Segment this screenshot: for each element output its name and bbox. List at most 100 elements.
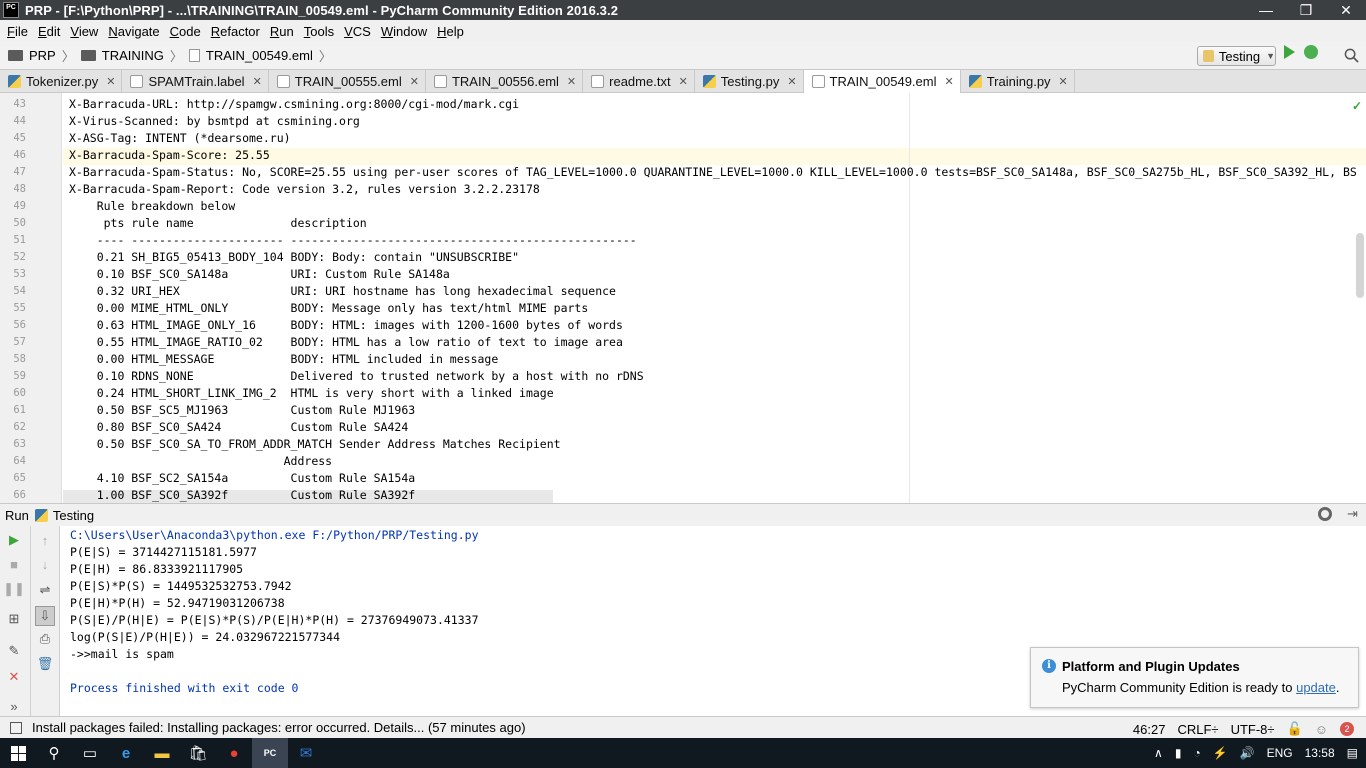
debug-bug-icon[interactable] (1304, 45, 1318, 59)
pin-icon[interactable]: ✎ (6, 643, 22, 659)
close-icon[interactable]: ✕ (6, 669, 22, 685)
chrome-icon[interactable]: ● (216, 738, 252, 768)
run-panel-config[interactable]: Testing (53, 508, 94, 523)
breadcrumb-project[interactable]: PRP (29, 48, 56, 63)
code-line[interactable]: pts rule name description (69, 215, 367, 232)
clock[interactable]: 13:58 (1305, 746, 1335, 760)
close-icon[interactable]: ✕ (567, 75, 576, 88)
menu-window[interactable]: Window (376, 24, 432, 39)
scroll-to-end-icon[interactable]: ⇩ (35, 606, 55, 626)
code-line[interactable]: 0.21 SH_BIG5_05413_BODY_104 BODY: Body: … (69, 249, 519, 266)
code-line[interactable]: X-Barracuda-Spam-Status: No, SCORE=25.55… (69, 164, 1357, 181)
power-icon[interactable]: ⚡ (1213, 746, 1228, 760)
menu-run[interactable]: Run (265, 24, 299, 39)
code-line[interactable]: 0.50 BSF_SC5_MJ1963 Custom Rule MJ1963 (69, 402, 416, 419)
close-icon[interactable]: ✕ (106, 75, 115, 88)
code-line[interactable]: 0.10 RDNS_NONE Delivered to trusted netw… (69, 368, 644, 385)
close-button[interactable]: ✕ (1326, 0, 1366, 20)
run-configuration-select[interactable]: Testing ▼ (1197, 46, 1276, 66)
outlook-icon[interactable]: ✉ (288, 738, 324, 768)
pause-icon[interactable]: ❚❚ (3, 581, 25, 597)
wifi-icon[interactable]: ◔ (1193, 746, 1200, 760)
trash-icon[interactable]: 🗑 (37, 656, 54, 672)
breadcrumb-file[interactable]: TRAIN_00549.eml (206, 48, 313, 63)
print-icon[interactable]: ⎙ (37, 631, 53, 647)
tab-training-py[interactable]: Training.py ✕ (960, 70, 1075, 92)
menu-file[interactable]: File (2, 24, 33, 39)
edge-browser-icon[interactable]: e (108, 738, 144, 768)
code-line[interactable]: X-Virus-Scanned: by bsmtpd at csmining.o… (69, 113, 360, 130)
code-editor[interactable]: 43 X-Barracuda-URL: http://spamgw.csminin… (0, 93, 1366, 503)
code-line[interactable]: ---- ---------------------- ------------… (69, 232, 637, 249)
code-line[interactable]: 0.24 HTML_SHORT_LINK_IMG_2 HTML is very … (69, 385, 554, 402)
gear-icon[interactable] (1318, 507, 1332, 521)
battery-icon[interactable]: ▮ (1175, 746, 1182, 760)
menu-view[interactable]: View (65, 24, 103, 39)
code-line[interactable]: 0.10 BSF_SC0_SA148a URI: Custom Rule SA1… (69, 266, 450, 283)
tab-readme-txt[interactable]: readme.txt ✕ (583, 70, 695, 92)
update-link[interactable]: update (1296, 680, 1336, 695)
inspector-icon[interactable]: ☺ (1315, 722, 1328, 737)
code-line[interactable]: Rule breakdown below (69, 198, 235, 215)
chevron-up-icon[interactable]: ∧ (1154, 746, 1163, 760)
search-icon[interactable] (1344, 48, 1359, 63)
caret-position[interactable]: 46:27 (1133, 722, 1166, 737)
code-line[interactable]: 0.00 MIME_HTML_ONLY BODY: Message only h… (69, 300, 589, 317)
breadcrumb-folder[interactable]: TRAINING (102, 48, 164, 63)
arrow-down-icon[interactable]: ↓ (37, 556, 53, 572)
menu-edit[interactable]: Edit (33, 24, 65, 39)
maximize-button[interactable]: ❐ (1286, 0, 1326, 20)
action-center-icon[interactable]: ▤ (1347, 746, 1358, 760)
restore-layout-icon[interactable]: ⊞ (6, 611, 22, 627)
tab-train-00556[interactable]: TRAIN_00556.eml ✕ (425, 70, 584, 92)
code-line[interactable]: X-Barracuda-Spam-Report: Code version 3.… (69, 181, 540, 198)
menu-vcs[interactable]: VCS (339, 24, 376, 39)
tab-testing-py[interactable]: Testing.py ✕ (694, 70, 804, 92)
run-panel-label[interactable]: Run (5, 508, 29, 523)
menu-tools[interactable]: Tools (299, 24, 339, 39)
expand-icon[interactable]: » (6, 698, 22, 714)
error-count-badge[interactable]: 2 (1340, 722, 1354, 736)
code-line[interactable]: X-ASG-Tag: INTENT (*dearsome.ru) (69, 130, 291, 147)
run-play-icon[interactable] (1284, 45, 1295, 59)
close-icon[interactable]: ✕ (253, 75, 262, 88)
status-message[interactable]: Install packages failed: Installing pack… (32, 720, 526, 735)
tab-train-00549[interactable]: TRAIN_00549.eml ✕ (803, 70, 961, 93)
menu-navigate[interactable]: Navigate (103, 24, 164, 39)
windows-start-icon[interactable] (0, 738, 36, 768)
editor-scrollbar[interactable] (1356, 233, 1364, 298)
code-line[interactable]: 0.50 BSF_SC0_SA_TO_FROM_ADDR_MATCH Sende… (69, 436, 561, 453)
file-encoding[interactable]: UTF-8÷ (1231, 722, 1275, 737)
pycharm-taskbar-icon[interactable]: PC (252, 738, 288, 768)
store-icon[interactable]: 🛍 (180, 738, 216, 768)
stop-icon[interactable]: ■ (6, 556, 22, 572)
code-line[interactable]: 4.10 BSF_SC2_SA154a Custom Rule SA154a (69, 470, 416, 487)
code-line[interactable]: Address (69, 453, 332, 470)
menu-code[interactable]: Code (165, 24, 206, 39)
minimize-button[interactable]: — (1246, 0, 1286, 20)
tool-windows-icon[interactable] (10, 721, 22, 734)
close-icon[interactable]: ✕ (1059, 75, 1068, 88)
menu-refactor[interactable]: Refactor (206, 24, 265, 39)
lock-icon[interactable]: 🔓 (1287, 721, 1303, 737)
code-line[interactable]: 1.00 BSF_SC0_SA392f Custom Rule SA392f (69, 487, 416, 503)
volume-icon[interactable]: 🔊 (1240, 746, 1255, 760)
menu-help[interactable]: Help (432, 24, 469, 39)
line-separator[interactable]: CRLF÷ (1177, 722, 1218, 737)
task-view-icon[interactable]: ▭ (72, 738, 108, 768)
code-line[interactable]: X-Barracuda-Spam-Score: 25.55 (69, 147, 270, 164)
arrow-up-icon[interactable]: ↑ (37, 532, 53, 548)
tab-spamtrain-label[interactable]: SPAMTrain.label ✕ (122, 70, 269, 92)
search-icon[interactable]: ⚲ (36, 738, 72, 768)
soft-wrap-icon[interactable]: ⇌ (37, 582, 53, 598)
hide-panel-icon[interactable]: ⇥ (1347, 506, 1358, 522)
code-line[interactable]: X-Barracuda-URL: http://spamgw.csmining.… (69, 96, 519, 113)
close-icon[interactable]: ✕ (945, 75, 954, 88)
tab-tokenizer-py[interactable]: Tokenizer.py ✕ (0, 70, 123, 92)
code-line[interactable]: 0.00 HTML_MESSAGE BODY: HTML included in… (69, 351, 499, 368)
code-line[interactable]: 0.80 BSF_SC0_SA424 Custom Rule SA424 (69, 419, 409, 436)
rerun-icon[interactable]: ▶ (6, 532, 22, 548)
code-line[interactable]: 0.55 HTML_IMAGE_RATIO_02 BODY: HTML has … (69, 334, 623, 351)
language-indicator[interactable]: ENG (1267, 746, 1293, 760)
file-explorer-icon[interactable]: ▬ (144, 738, 180, 768)
